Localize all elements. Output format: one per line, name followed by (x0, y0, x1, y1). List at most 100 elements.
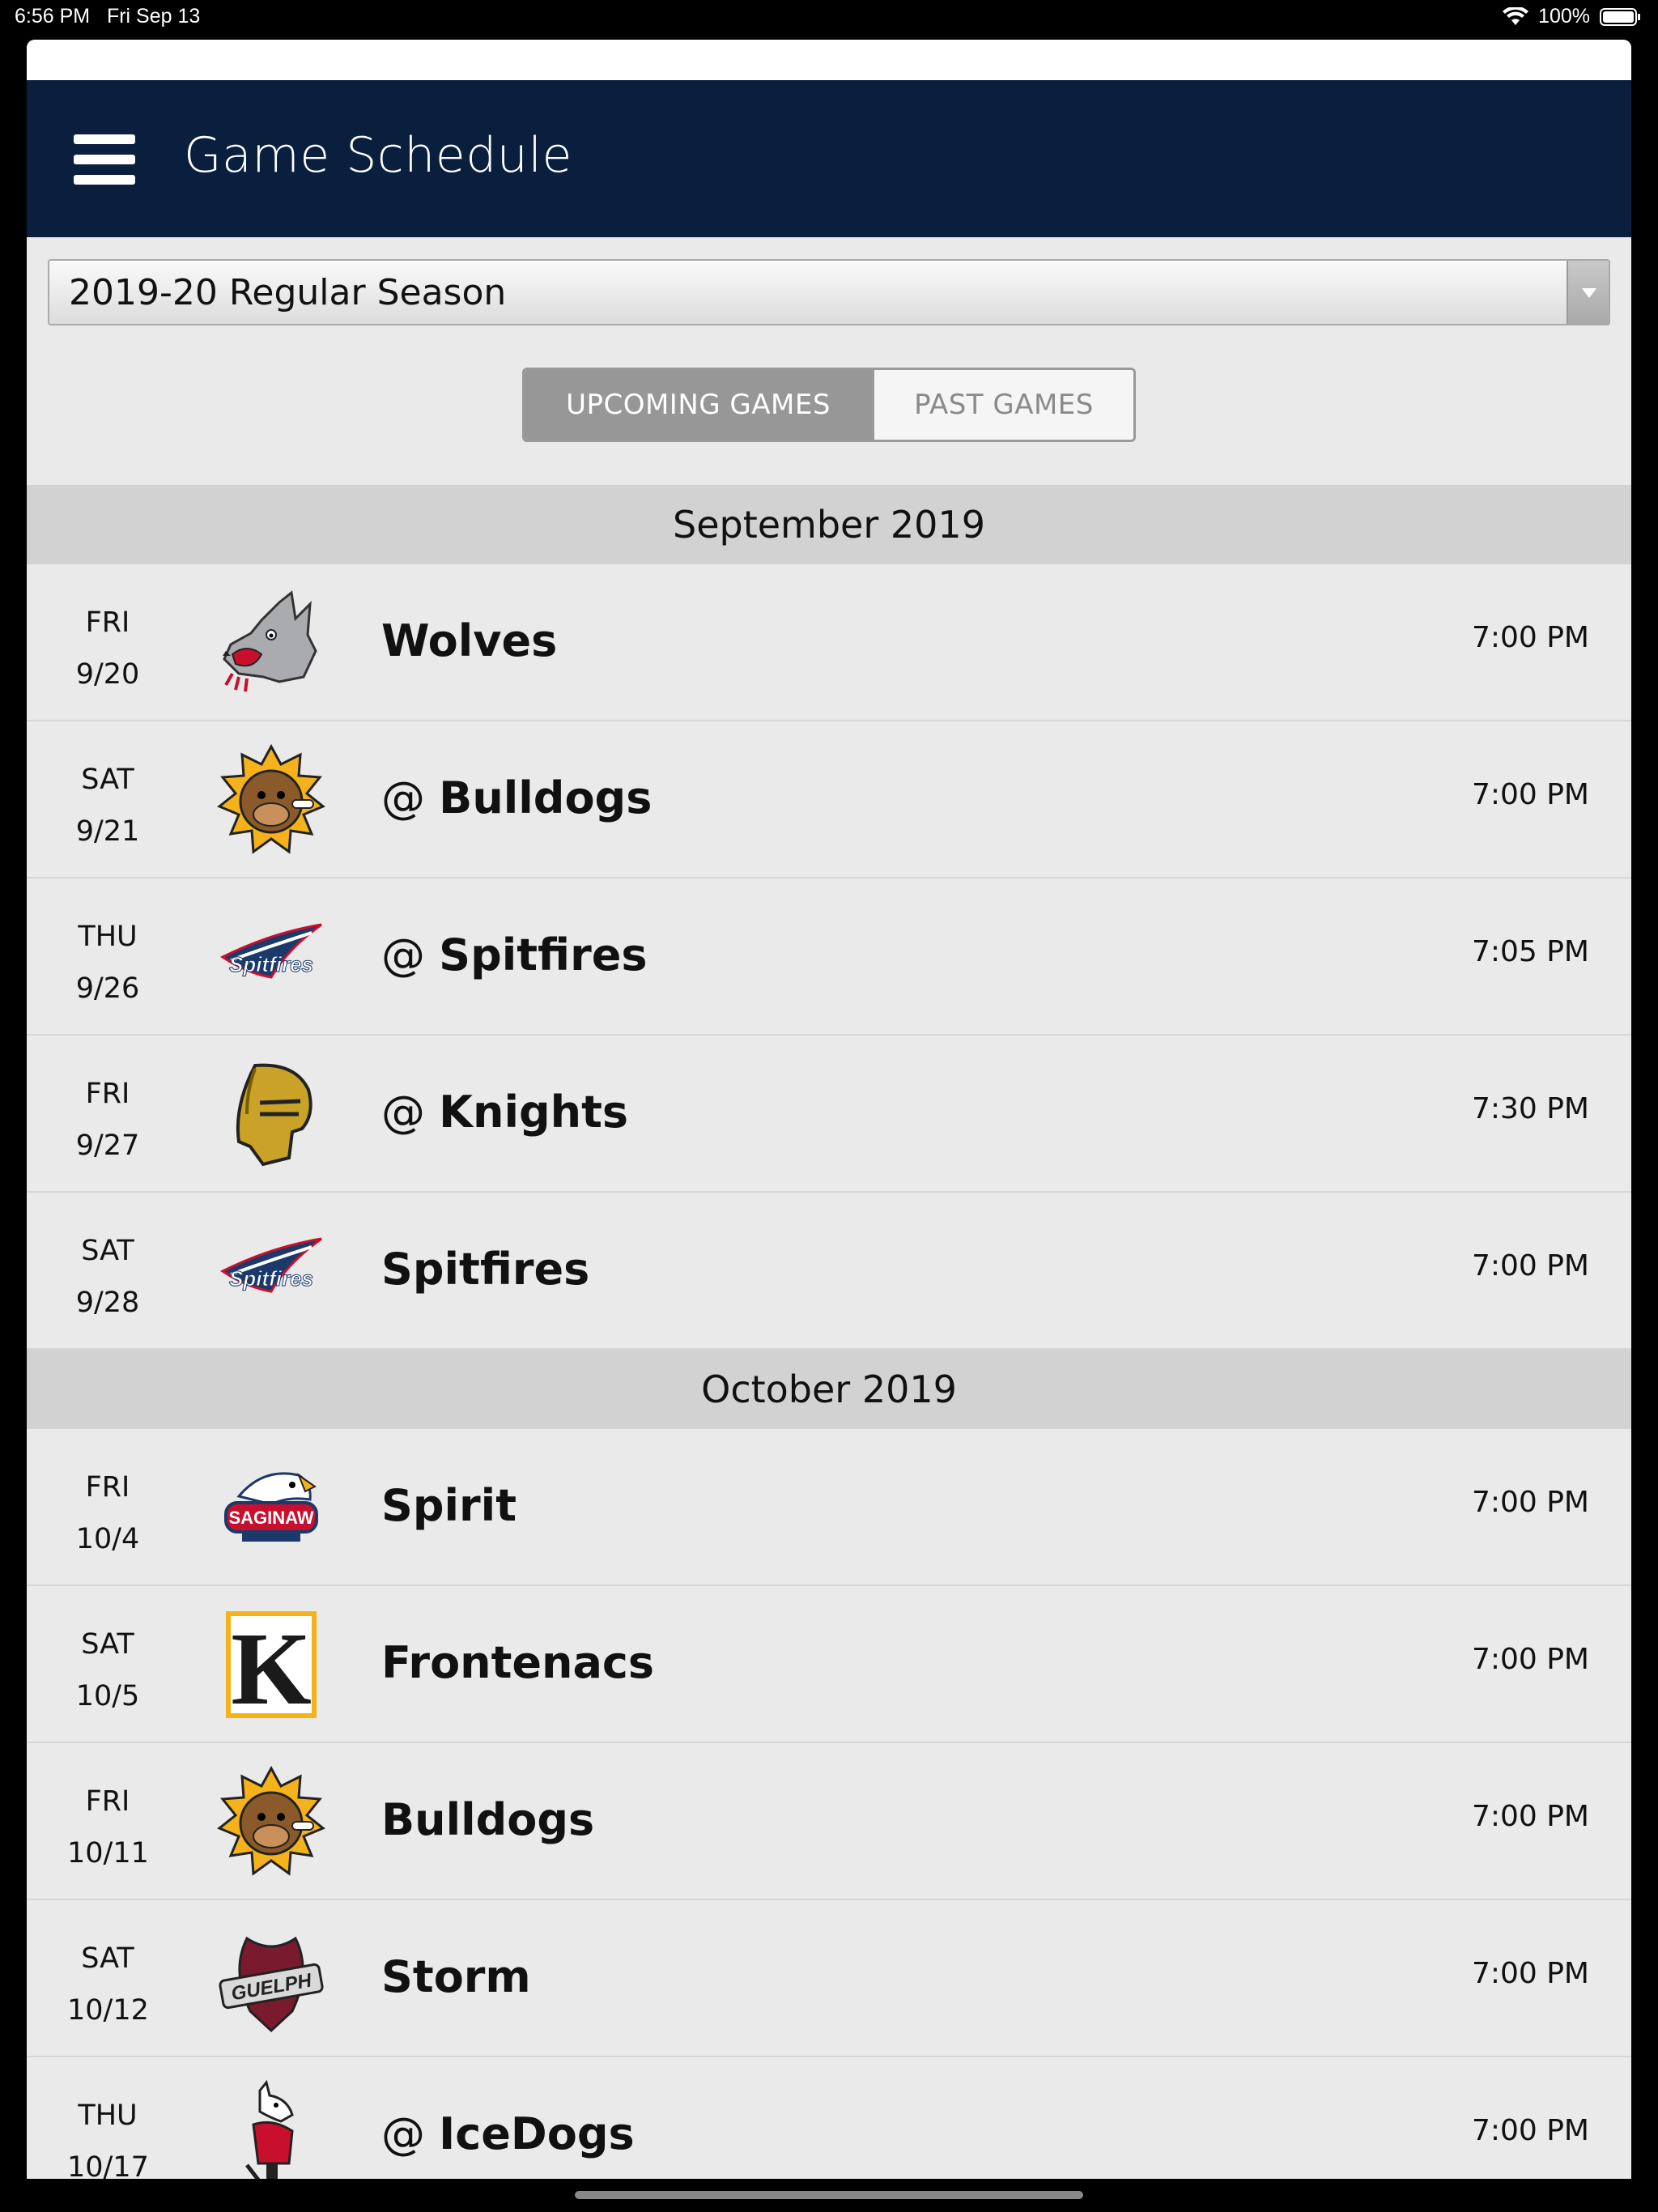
game-time: 7:30 PM (1471, 1092, 1589, 1125)
chevron-down-icon (1582, 288, 1596, 298)
team-name: IceDogs (439, 2108, 635, 2159)
wolves-logo-icon (215, 586, 328, 700)
knights-logo-icon (215, 1057, 328, 1171)
game-day: 10/17 (67, 2151, 149, 2179)
game-day: 10/4 (75, 1523, 140, 1555)
game-weekday: THU (78, 2099, 138, 2132)
app-window: Game Schedule 2019-20 Regular Season UPC… (27, 40, 1631, 2179)
season-select-toggle[interactable] (1567, 261, 1609, 324)
game-date: SAT 9/28 (67, 1225, 148, 1329)
game-row[interactable]: SAT 9/28 Spitfires Spitfires 7:00 PM (27, 1193, 1631, 1350)
game-date: SAT 10/12 (67, 1933, 149, 2036)
team-name: Storm (381, 1951, 531, 2002)
opponent-name: Spirit (381, 1480, 517, 1531)
game-weekday: FRI (85, 1471, 130, 1504)
game-time: 7:00 PM (1471, 1957, 1589, 1990)
team-name: Knights (439, 1087, 629, 1138)
game-day: 9/20 (75, 658, 140, 691)
game-day: 10/12 (67, 1994, 149, 2027)
spitfires-logo-icon: Spitfires (215, 1214, 328, 1328)
game-row[interactable]: FRI 10/11 Bulldogs 7:00 PM (27, 1743, 1631, 1900)
tab-upcoming-games[interactable]: UPCOMING GAMES (525, 370, 874, 440)
games-tabs: UPCOMING GAMES PAST GAMES (522, 368, 1136, 442)
game-date: SAT 10/5 (67, 1619, 148, 1722)
opponent-name: @ Spitfires (381, 929, 647, 981)
icedogs-logo-icon (215, 2079, 328, 2179)
game-date: FRI 9/20 (67, 597, 148, 700)
game-weekday: SAT (81, 1942, 134, 1975)
game-row[interactable]: SAT 9/21 @ Bulldogs 7:00 PM (27, 721, 1631, 878)
game-date: FRI 10/4 (67, 1461, 148, 1565)
team-name: Spirit (381, 1480, 517, 1531)
logo-wordmark: Spitfires (229, 1266, 313, 1291)
game-weekday: SAT (81, 1628, 134, 1661)
team-name: Frontenacs (381, 1637, 655, 1688)
game-day: 9/28 (75, 1287, 140, 1319)
game-row[interactable]: FRI 10/4 SAGINAW Spirit 7:00 PM (27, 1429, 1631, 1586)
bulldogs-logo-icon (215, 743, 328, 857)
team-name: Spitfires (381, 1244, 590, 1295)
away-indicator: @ (381, 1087, 440, 1138)
spirit-logo-icon: SAGINAW (215, 1451, 328, 1564)
game-day: 10/5 (75, 1680, 140, 1712)
team-name: Bulldogs (439, 772, 653, 823)
game-time: 7:05 PM (1471, 935, 1589, 968)
logo-wordmark: Spitfires (229, 952, 313, 976)
top-strip (27, 40, 1631, 80)
game-weekday: FRI (85, 606, 130, 639)
season-select-value: 2019-20 Regular Season (69, 272, 507, 313)
page-title: Game Schedule (184, 127, 572, 184)
game-time: 7:00 PM (1471, 1249, 1589, 1283)
game-row[interactable]: THU 9/26 Spitfires @ Spitfires 7:05 PM (27, 878, 1631, 1036)
game-time: 7:00 PM (1471, 778, 1589, 811)
game-row[interactable]: THU 10/17 @ IceDogs 7:00 PM (27, 2057, 1631, 2179)
game-date: FRI 10/11 (67, 1776, 149, 1879)
game-row[interactable]: SAT 10/5 K Frontenacs 7:00 PM (27, 1586, 1631, 1743)
game-time: 7:00 PM (1471, 2114, 1589, 2147)
game-date: THU 9/26 (67, 911, 148, 1015)
opponent-name: Wolves (381, 615, 557, 666)
logo-wordmark: K (231, 1611, 312, 1721)
team-name: Bulldogs (381, 1794, 595, 1845)
away-indicator: @ (381, 2108, 440, 2159)
home-indicator[interactable] (575, 2191, 1083, 2199)
opponent-name: Spitfires (381, 1244, 589, 1295)
opponent-name: @ IceDogs (381, 2108, 635, 2159)
storm-logo-icon: GUELPH (215, 1922, 328, 2035)
month-header: September 2019 (27, 485, 1631, 564)
away-indicator: @ (381, 772, 440, 823)
game-weekday: SAT (81, 1235, 134, 1267)
away-indicator: @ (381, 929, 440, 981)
game-date: SAT 9/21 (67, 754, 148, 857)
game-day: 9/21 (75, 815, 140, 848)
hamburger-menu-icon[interactable] (74, 134, 135, 185)
game-row[interactable]: FRI 9/27 @ Knights 7:30 PM (27, 1036, 1631, 1193)
game-time: 7:00 PM (1471, 1643, 1589, 1676)
opponent-name: @ Bulldogs (381, 772, 652, 823)
game-date: THU 10/17 (67, 2090, 149, 2179)
game-row[interactable]: FRI 9/20 Wolves 7:00 PM (27, 564, 1631, 721)
logo-wordmark: SAGINAW (228, 1508, 313, 1528)
status-time: 6:56 PM Fri Sep 13 (15, 5, 200, 28)
season-select[interactable]: 2019-20 Regular Season (48, 259, 1610, 325)
status-clock: 6:56 PM (15, 5, 91, 28)
tab-past-games[interactable]: PAST GAMES (874, 370, 1133, 440)
game-weekday: FRI (85, 1785, 130, 1818)
game-weekday: FRI (85, 1078, 130, 1110)
game-time: 7:00 PM (1471, 1486, 1589, 1519)
battery-percent: 100% (1538, 5, 1590, 28)
battery-icon (1600, 7, 1640, 26)
opponent-name: @ Knights (381, 1087, 628, 1138)
frontenacs-logo-icon: K (215, 1608, 328, 1721)
game-row[interactable]: SAT 10/12 GUELPH Storm 7:00 PM (27, 1900, 1631, 2057)
wifi-icon (1503, 6, 1529, 25)
team-name: Wolves (381, 615, 558, 666)
opponent-name: Frontenacs (381, 1637, 654, 1688)
month-header: October 2019 (27, 1350, 1631, 1429)
spitfires-logo-icon: Spitfires (215, 900, 328, 1014)
game-weekday: THU (78, 921, 138, 953)
opponent-name: Storm (381, 1951, 531, 2002)
opponent-name: Bulldogs (381, 1794, 594, 1845)
team-name: Spitfires (439, 929, 648, 981)
game-day: 10/11 (67, 1837, 149, 1870)
